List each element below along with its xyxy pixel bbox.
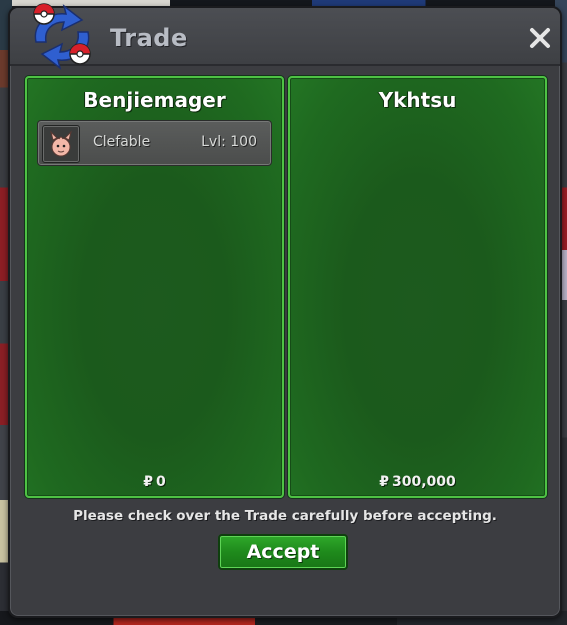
pokedollar-symbol: ₽ (143, 474, 153, 490)
pokemon-name: Clefable (93, 134, 151, 150)
left-player-name: Benjiemager (83, 88, 226, 112)
right-money: ₽300,000 (290, 474, 545, 490)
pokedollar-symbol: ₽ (379, 474, 389, 490)
window-title: Trade (110, 24, 188, 52)
left-trade-panel: Benjiemager Clefable Lvl: 100 ₽0 (25, 76, 284, 498)
left-money-amount: 0 (156, 474, 166, 490)
trade-notice: Please check over the Trade carefully be… (73, 508, 497, 524)
pokemon-level: Lvl: 100 (201, 134, 257, 150)
trade-window: Trade Benjiemager Clefable Lvl: 100 ₽ 0 … (8, 3, 562, 618)
accept-button[interactable]: Accept (218, 534, 348, 570)
right-money-amount: 300,000 (391, 474, 456, 490)
clefable-icon (42, 125, 80, 163)
right-player-name: Ykhtsu (378, 88, 457, 112)
right-trade-panel: Ykhtsu ₽300,000 (288, 76, 547, 498)
left-money: ₽0 (27, 474, 282, 490)
close-icon[interactable] (528, 26, 552, 50)
title-bar[interactable]: Trade (10, 3, 560, 70)
trade-pokeball-arrows-icon (33, 3, 91, 70)
trade-item-slot[interactable]: Clefable Lvl: 100 (37, 120, 272, 166)
